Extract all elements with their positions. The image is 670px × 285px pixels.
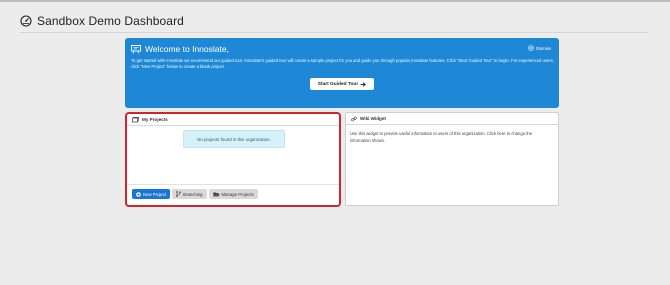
wiki-widget-text[interactable]: Use this widget to provide useful inform… [350, 131, 550, 144]
wiki-widget-header: Wiki Widget [346, 113, 558, 125]
empty-projects-alert: No projects found in this organization. [183, 130, 285, 148]
projects-footer-divider [127, 184, 339, 185]
project-actions: New Project Branching Manage Projects [132, 189, 258, 199]
dashboard-gauge-icon [20, 15, 32, 27]
welcome-banner: Welcome to Innoslate, Dismiss To get sta… [125, 38, 559, 108]
dismiss-label: Dismiss [535, 45, 551, 51]
my-projects-header: My Projects [127, 114, 339, 126]
top-border [0, 0, 670, 2]
branch-icon [176, 191, 182, 197]
welcome-title: Welcome to Innoslate, [145, 44, 229, 54]
folders-icon [132, 116, 139, 123]
page-title: Sandbox Demo Dashboard [37, 14, 184, 28]
close-circle-icon [528, 45, 534, 51]
plus-circle-icon [136, 191, 141, 197]
tour-button-label: Start Guided Tour [317, 81, 359, 87]
my-projects-title: My Projects [142, 117, 168, 122]
wiki-widget-title: Wiki Widget [360, 116, 386, 121]
manage-projects-label: Manage Projects [221, 191, 254, 197]
new-project-label: New Project [143, 191, 167, 197]
my-projects-panel: My Projects No projects found in this or… [125, 112, 341, 207]
welcome-title-row: Welcome to Innoslate, [131, 43, 229, 55]
dismiss-button[interactable]: Dismiss [528, 45, 551, 51]
link-icon [351, 116, 357, 122]
manage-projects-button[interactable]: Manage Projects [208, 189, 258, 199]
wiki-widget-panel: Wiki Widget Use this widget to provide u… [345, 112, 559, 206]
presentation-icon [131, 44, 141, 54]
new-project-button[interactable]: New Project [132, 189, 171, 199]
page-header: Sandbox Demo Dashboard [20, 13, 184, 29]
arrow-right-icon [360, 81, 367, 87]
header-divider [20, 32, 648, 33]
branching-button[interactable]: Branching [172, 189, 207, 199]
start-guided-tour-button[interactable]: Start Guided Tour [310, 78, 374, 90]
folder-open-icon [212, 192, 220, 197]
branching-label: Branching [183, 191, 203, 197]
welcome-body: To get started with Innoslate we recomme… [131, 58, 554, 69]
